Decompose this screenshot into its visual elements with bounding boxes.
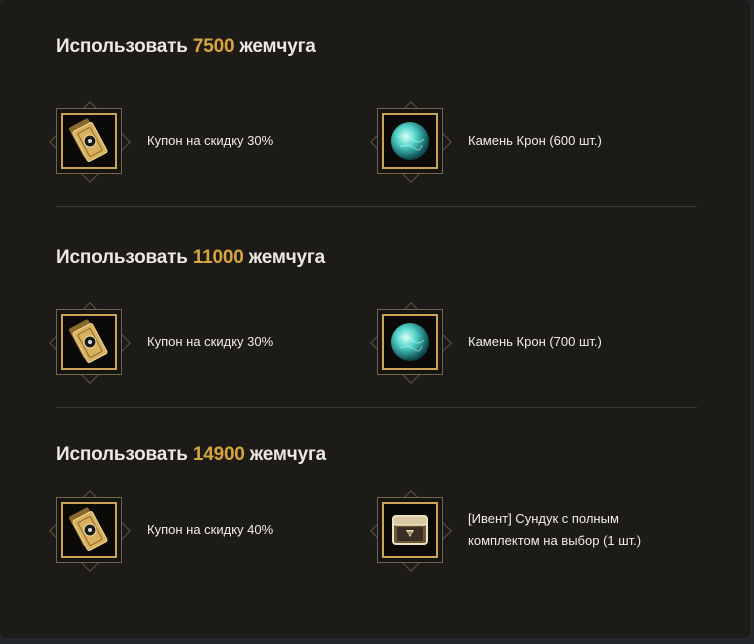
item-frame	[377, 497, 443, 563]
reward-tier-2: Использовать 11000 жемчуга Купон на скид…	[49, 247, 697, 397]
item-frame	[377, 108, 443, 174]
reward-label: Купон на скидку 30%	[147, 133, 274, 148]
tier-title: Использовать 14900 жемчуга	[56, 444, 326, 466]
tier-title: Использовать 7500 жемчуга	[56, 36, 316, 58]
item-frame	[56, 108, 122, 174]
reward-label: Камень Крон (600 шт.)	[468, 133, 602, 148]
tier-title-suffix: жемчуга	[239, 36, 316, 57]
reward-label: Купон на скидку 40%	[147, 522, 274, 537]
item-frame	[56, 497, 122, 563]
reward-label-line1: [Ивент] Сундук с полным	[468, 511, 619, 526]
reward-item[interactable]: [Ивент] Сундук с полным комплектом на вы…	[370, 490, 697, 593]
discount-coupon-icon	[61, 113, 117, 169]
reward-item[interactable]: Камень Крон (700 шт.)	[370, 302, 697, 405]
tier-title-prefix: Использовать	[56, 444, 188, 465]
tier-title-prefix: Использовать	[56, 247, 188, 268]
discount-coupon-icon	[61, 314, 117, 370]
item-frame	[377, 309, 443, 375]
crown-stone-icon	[382, 314, 438, 370]
reward-label: Камень Крон (700 шт.)	[468, 334, 602, 349]
section-divider	[56, 407, 697, 408]
reward-label-line2: комплектом на выбор (1 шт.)	[468, 533, 642, 548]
reward-label: Купон на скидку 30%	[147, 334, 274, 349]
reward-item[interactable]: Купон на скидку 30%	[49, 101, 356, 204]
reward-item[interactable]: Камень Крон (600 шт.)	[370, 101, 697, 204]
tier-title-suffix: жемчуга	[248, 247, 326, 268]
reward-panel: Использовать 7500 жемчуга Купон на скидк…	[0, 0, 750, 638]
tier-amount: 14900	[192, 444, 245, 465]
reward-item[interactable]: Купон на скидку 40%	[49, 490, 356, 593]
treasure-chest-icon	[382, 502, 438, 558]
reward-tier-1: Использовать 7500 жемчуга Купон на скидк…	[49, 36, 697, 186]
tier-title: Использовать 11000 жемчуга	[56, 247, 325, 269]
item-frame	[56, 309, 122, 375]
section-divider	[56, 206, 697, 207]
tier-title-prefix: Использовать	[56, 36, 188, 57]
tier-title-suffix: жемчуга	[249, 444, 327, 465]
discount-coupon-icon	[61, 502, 117, 558]
reward-tier-3: Использовать 14900 жемчуга Купон на скид…	[49, 444, 697, 594]
tier-amount: 11000	[192, 247, 244, 268]
tier-amount: 7500	[192, 36, 235, 57]
crown-stone-icon	[382, 113, 438, 169]
reward-item[interactable]: Купон на скидку 30%	[49, 302, 356, 405]
